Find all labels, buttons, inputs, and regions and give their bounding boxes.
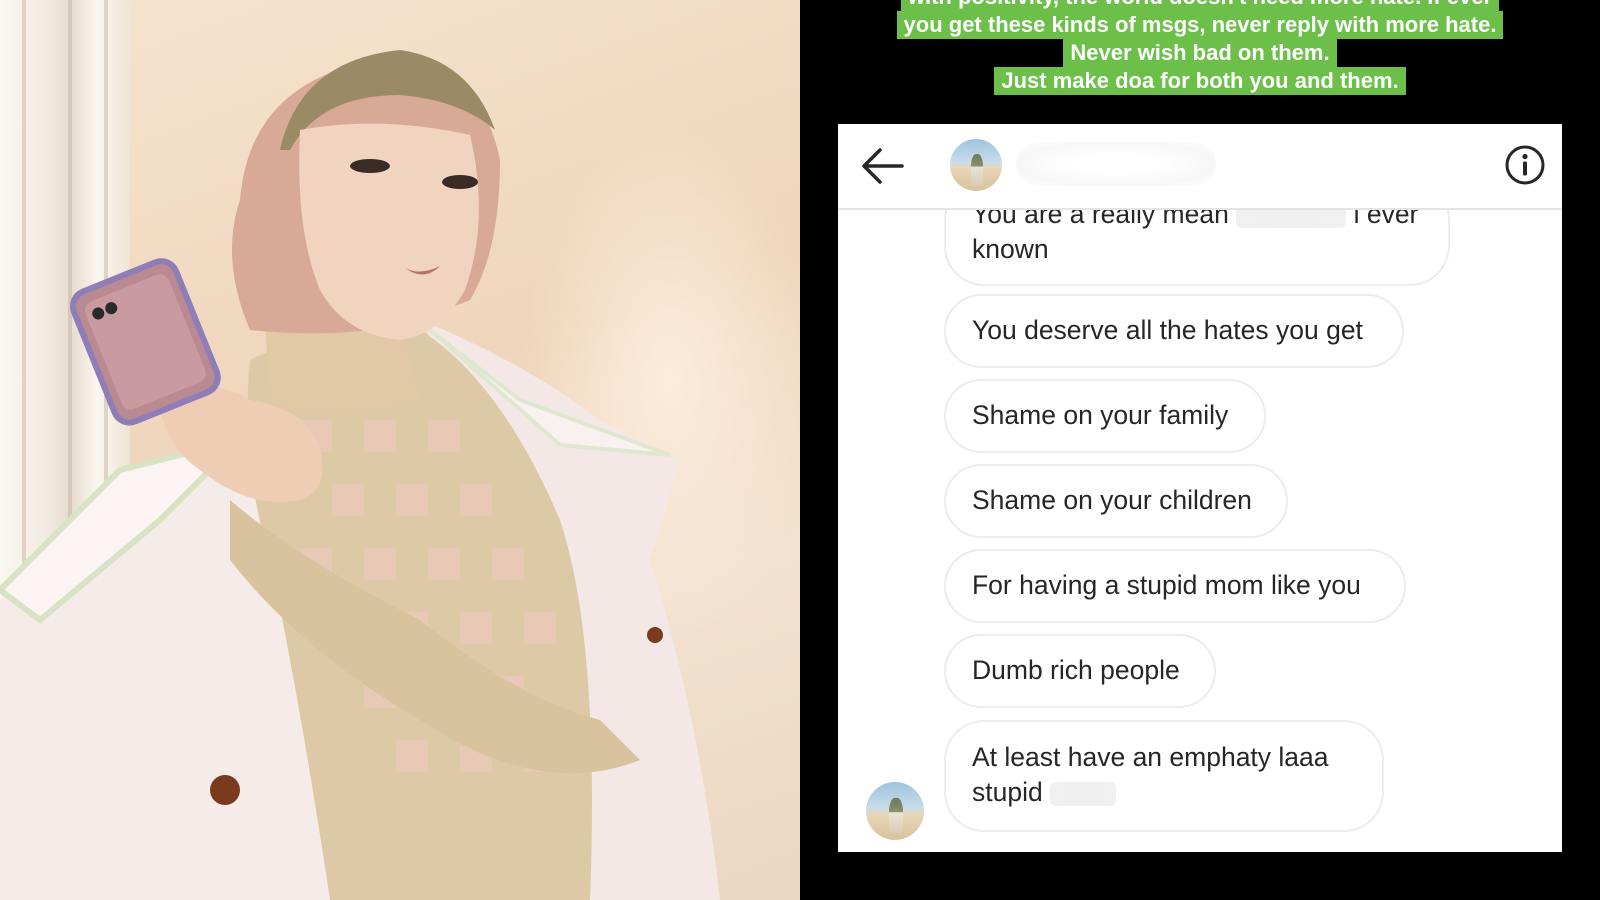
caption-line-1: with positivity, the world doesn't need … bbox=[900, 0, 1500, 11]
sender-avatar[interactable] bbox=[866, 782, 924, 840]
conversation-avatar[interactable] bbox=[950, 139, 1002, 191]
back-button[interactable] bbox=[858, 144, 906, 188]
message-text: For having a stupid mom like you bbox=[972, 570, 1361, 600]
message-text: stupid bbox=[972, 777, 1043, 807]
blurred-username bbox=[1016, 142, 1216, 186]
message-bubble[interactable]: At least have an emphaty laaa stupid bbox=[944, 720, 1384, 832]
message-text: Shame on your children bbox=[972, 485, 1252, 515]
message-bubble[interactable]: Shame on your children bbox=[944, 464, 1288, 538]
caption-line-3: Never wish bad on them. bbox=[1063, 39, 1337, 67]
info-circle-icon bbox=[1505, 145, 1545, 185]
message-text: At least have an emphaty laaa bbox=[972, 742, 1329, 772]
message-text: Dumb rich people bbox=[972, 655, 1180, 685]
message-text: Shame on your family bbox=[972, 400, 1229, 430]
dm-screenshot: You are a really mean i ever known You d… bbox=[838, 124, 1562, 852]
message-bubble[interactable]: Dumb rich people bbox=[944, 634, 1216, 708]
message-text: known bbox=[972, 234, 1049, 264]
arrow-left-icon bbox=[862, 148, 904, 184]
woman-illustration bbox=[0, 50, 720, 900]
caption-line-4: Just make doa for both you and them. bbox=[994, 67, 1406, 95]
coat-button bbox=[210, 775, 240, 805]
promo-photo bbox=[0, 0, 800, 900]
message-bubble[interactable]: Shame on your family bbox=[944, 379, 1266, 453]
caption-line-2: you get these kinds of msgs, never reply… bbox=[896, 11, 1504, 39]
message-bubble[interactable]: For having a stupid mom like you bbox=[944, 549, 1406, 623]
message-bubble[interactable]: You deserve all the hates you get bbox=[944, 294, 1404, 368]
info-button[interactable] bbox=[1504, 144, 1546, 186]
coat-button bbox=[647, 627, 663, 643]
message-text: You deserve all the hates you get bbox=[972, 315, 1363, 345]
redacted-text bbox=[1050, 782, 1117, 806]
dm-header bbox=[838, 124, 1562, 210]
message-list: You are a really mean i ever known You d… bbox=[838, 124, 1562, 852]
